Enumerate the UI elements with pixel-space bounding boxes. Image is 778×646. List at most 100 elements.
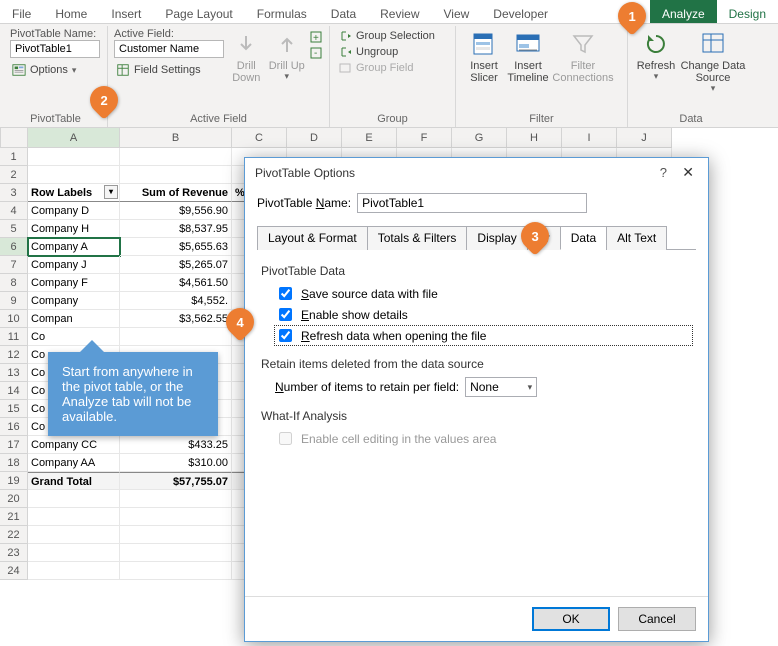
row-header[interactable]: 17 <box>0 436 28 454</box>
retain-combo[interactable]: None <box>465 377 537 397</box>
collapse-icon[interactable]: - <box>309 46 323 60</box>
row-header[interactable]: 10 <box>0 310 28 328</box>
dialog-close-button[interactable]: ✕ <box>678 164 698 180</box>
dialog-tab-alttext[interactable]: Alt Text <box>606 226 667 250</box>
row-header[interactable]: 16 <box>0 418 28 436</box>
tab-analyze[interactable]: Analyze <box>650 0 717 23</box>
chk-refresh-box[interactable] <box>279 329 292 342</box>
activefield-input[interactable] <box>114 40 224 58</box>
changesource-button[interactable]: Change Data Source <box>678 28 748 111</box>
cell[interactable] <box>28 166 120 184</box>
cell[interactable] <box>28 526 120 544</box>
tab-view[interactable]: View <box>432 0 482 23</box>
row-header[interactable]: 2 <box>0 166 28 184</box>
cell[interactable] <box>28 544 120 562</box>
tab-home[interactable]: Home <box>43 0 99 23</box>
row-header[interactable]: 22 <box>0 526 28 544</box>
row-header[interactable]: 18 <box>0 454 28 472</box>
chk-refresh[interactable]: Refresh data when opening the file <box>275 326 692 345</box>
refresh-button[interactable]: Refresh <box>634 28 678 111</box>
tab-insert[interactable]: Insert <box>99 0 153 23</box>
pivot-row-value[interactable]: $9,556.90 <box>120 202 232 220</box>
pivot-row-label[interactable]: Company A <box>28 238 120 256</box>
col-header-H[interactable]: H <box>507 128 562 148</box>
pivot-row-value[interactable]: $5,655.63 <box>120 238 232 256</box>
cell[interactable] <box>120 148 232 166</box>
chk-showdetails-box[interactable] <box>279 308 292 321</box>
tab-developer[interactable]: Developer <box>481 0 560 23</box>
chk-savesource-box[interactable] <box>279 287 292 300</box>
cell[interactable] <box>28 562 120 580</box>
cell[interactable] <box>120 490 232 508</box>
col-header-F[interactable]: F <box>397 128 452 148</box>
pivot-row-value[interactable]: $3,562.55 <box>120 310 232 328</box>
pivot-grand-label[interactable]: Grand Total <box>28 472 120 490</box>
row-header[interactable]: 13 <box>0 364 28 382</box>
col-header-D[interactable]: D <box>287 128 342 148</box>
insertslicer-button[interactable]: Insert Slicer <box>462 28 506 111</box>
cell[interactable] <box>28 508 120 526</box>
tab-formulas[interactable]: Formulas <box>245 0 319 23</box>
row-header[interactable]: 24 <box>0 562 28 580</box>
row-header[interactable]: 14 <box>0 382 28 400</box>
dialog-cancel-button[interactable]: Cancel <box>618 607 696 631</box>
expand-icon[interactable]: + <box>309 30 323 44</box>
col-header-G[interactable]: G <box>452 128 507 148</box>
pivot-row-value[interactable]: $8,537.95 <box>120 220 232 238</box>
tab-design[interactable]: Design <box>717 0 778 23</box>
row-header[interactable]: 5 <box>0 220 28 238</box>
cell[interactable] <box>28 148 120 166</box>
dialog-name-input[interactable] <box>357 193 587 213</box>
select-all-corner[interactable] <box>0 128 28 148</box>
dialog-help-button[interactable]: ? <box>652 165 675 180</box>
row-header[interactable]: 12 <box>0 346 28 364</box>
inserttimeline-button[interactable]: Insert Timeline <box>506 28 550 111</box>
row-header[interactable]: 6 <box>0 238 28 256</box>
pivot-row-label[interactable]: Company J <box>28 256 120 274</box>
tab-data[interactable]: Data <box>319 0 368 23</box>
cell[interactable] <box>120 526 232 544</box>
row-header[interactable]: 1 <box>0 148 28 166</box>
cell[interactable] <box>28 490 120 508</box>
row-header[interactable]: 4 <box>0 202 28 220</box>
tab-pagelayout[interactable]: Page Layout <box>153 0 244 23</box>
col-header-C[interactable]: C <box>232 128 287 148</box>
pivottable-name-input[interactable] <box>10 40 100 58</box>
pivot-row-value[interactable]: $4,552. <box>120 292 232 310</box>
chk-showdetails[interactable]: Enable show details <box>275 305 692 324</box>
col-header-J[interactable]: J <box>617 128 672 148</box>
row-header[interactable]: 8 <box>0 274 28 292</box>
pivot-row-value[interactable]: $4,561.50 <box>120 274 232 292</box>
row-header[interactable]: 7 <box>0 256 28 274</box>
row-header[interactable]: 20 <box>0 490 28 508</box>
pivot-row-value[interactable]: $5,265.07 <box>120 256 232 274</box>
tab-file[interactable]: File <box>0 0 43 23</box>
pivot-row-label[interactable]: Company H <box>28 220 120 238</box>
tab-review[interactable]: Review <box>368 0 431 23</box>
pivot-row-label[interactable]: Company AA <box>28 454 120 472</box>
row-header[interactable]: 9 <box>0 292 28 310</box>
cell[interactable] <box>120 544 232 562</box>
row-header[interactable]: 23 <box>0 544 28 562</box>
options-button[interactable]: Options <box>10 62 101 78</box>
pivot-row-label[interactable]: Company <box>28 292 120 310</box>
row-header[interactable]: 15 <box>0 400 28 418</box>
rowlabels-filter-button[interactable]: ▾ <box>104 185 118 199</box>
cell[interactable] <box>120 508 232 526</box>
col-header-I[interactable]: I <box>562 128 617 148</box>
cell[interactable] <box>120 562 232 580</box>
row-header[interactable]: 11 <box>0 328 28 346</box>
cell[interactable] <box>120 166 232 184</box>
dialog-tab-layout[interactable]: Layout & Format <box>257 226 368 250</box>
pivot-row-label[interactable]: Company CC <box>28 436 120 454</box>
pivot-grand-value[interactable]: $57,755.07 <box>120 472 232 490</box>
col-header-A[interactable]: A <box>28 128 120 148</box>
fieldsettings-button[interactable]: Field Settings <box>114 62 224 78</box>
groupselection-button[interactable]: Group Selection <box>336 28 449 44</box>
dialog-tab-totals[interactable]: Totals & Filters <box>367 226 468 250</box>
row-header[interactable]: 3 <box>0 184 28 202</box>
row-header[interactable]: 21 <box>0 508 28 526</box>
pivot-row-value[interactable]: $310.00 <box>120 454 232 472</box>
pivot-row-value[interactable]: $433.25 <box>120 436 232 454</box>
pivot-sum-header[interactable]: Sum of Revenue <box>120 184 232 202</box>
